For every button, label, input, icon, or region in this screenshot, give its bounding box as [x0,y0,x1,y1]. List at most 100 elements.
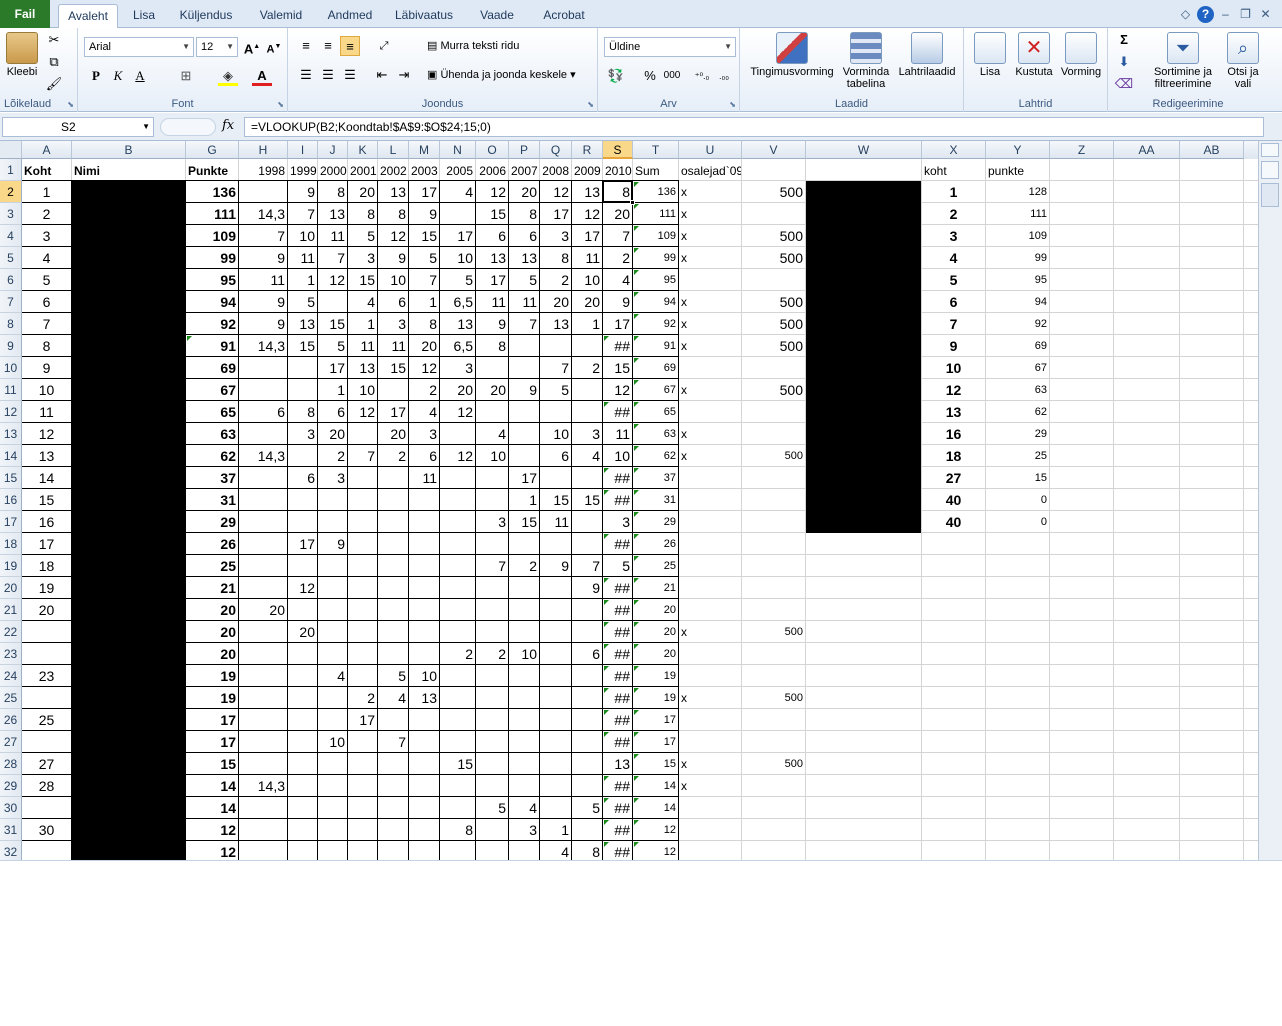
cell-t24[interactable]: 19 [633,665,678,687]
cell-u5[interactable]: x [679,247,741,269]
cell-a29[interactable]: 28 [22,775,71,797]
cell-x2[interactable]: 1 [922,181,985,203]
cell-y5[interactable]: 99 [986,247,1049,269]
cell-n7[interactable]: 6,5 [440,291,475,313]
cell-n10[interactable]: 3 [440,357,475,379]
cell-j9[interactable]: 5 [318,335,347,357]
cell-s5[interactable]: 2 [603,247,632,269]
row-header-25[interactable]: 25 [0,687,22,709]
underline-button[interactable]: A [130,66,150,86]
cell-n5[interactable]: 10 [440,247,475,269]
cell-q2[interactable]: 12 [540,181,571,203]
decrease-decimal-icon[interactable]: .₀₀ [714,66,734,86]
cell-i8[interactable]: 13 [288,313,317,335]
cell-t14[interactable]: 62 [633,445,678,467]
cell-i7[interactable]: 5 [288,291,317,313]
cell-a8[interactable]: 7 [22,313,71,335]
cell-u4[interactable]: x [679,225,741,247]
cell-p17[interactable]: 15 [509,511,539,533]
row-header-11[interactable]: 11 [0,379,22,401]
cell-m5[interactable]: 5 [409,247,439,269]
header-cell-p[interactable]: 2007 [509,159,539,181]
row-header-19[interactable]: 19 [0,555,22,577]
cell-x11[interactable]: 12 [922,379,985,401]
cell-a12[interactable]: 11 [22,401,71,423]
cell-k11[interactable]: 10 [348,379,377,401]
cut-icon[interactable]: ✂ [44,30,64,50]
cell-a19[interactable]: 18 [22,555,71,577]
cell-g31[interactable]: 12 [186,819,238,841]
cell-x6[interactable]: 5 [922,269,985,291]
cell-k12[interactable]: 12 [348,401,377,423]
cell-g12[interactable]: 65 [186,401,238,423]
cell-y9[interactable]: 69 [986,335,1049,357]
cell-i2[interactable]: 9 [288,181,317,203]
cell-r23[interactable]: 6 [572,643,602,665]
cell-m9[interactable]: 20 [409,335,439,357]
cell-g23[interactable]: 20 [186,643,238,665]
cell-n28[interactable]: 15 [440,753,475,775]
cell-a14[interactable]: 13 [22,445,71,467]
currency-icon[interactable]: 💱 [606,66,626,86]
cell-o7[interactable]: 11 [476,291,508,313]
borders-icon[interactable]: ⊞ [176,66,196,86]
wrap-text-button[interactable]: ▤ Murra teksti ridu [424,36,522,56]
cell-k10[interactable]: 13 [348,357,377,379]
align-left-icon[interactable]: ☰ [296,65,316,85]
scroll-thumb[interactable] [1261,183,1279,207]
cell-p5[interactable]: 13 [509,247,539,269]
column-header-v[interactable]: V [742,141,806,159]
worksheet-grid[interactable]: A B G H I J K L M N O P Q R S T U V W X Y Z AA AB 1 2 3 4 5 6 7 8 9 10 11… [0,141,1258,860]
cell-l14[interactable]: 2 [378,445,408,467]
cell-o3[interactable]: 15 [476,203,508,225]
column-header-t[interactable]: T [633,141,679,159]
header-cell-u[interactable]: osalejad`09 [679,159,741,181]
cell-n6[interactable]: 5 [440,269,475,291]
cell-t6[interactable]: 95 [633,269,678,291]
cell-j13[interactable]: 20 [318,423,347,445]
cell-n8[interactable]: 13 [440,313,475,335]
cell-g4[interactable]: 109 [186,225,238,247]
cell-l2[interactable]: 13 [378,181,408,203]
bold-button[interactable]: P [86,66,106,86]
row-header-32[interactable]: 32 [0,841,22,860]
cell-h8[interactable]: 9 [239,313,287,335]
header-cell-t[interactable]: Sum [633,159,678,181]
format-painter-icon[interactable]: 🖌 [44,74,64,94]
cell-o17[interactable]: 3 [476,511,508,533]
cell-q7[interactable]: 20 [540,291,571,313]
cell-t10[interactable]: 69 [633,357,678,379]
cell-m4[interactable]: 15 [409,225,439,247]
cell-y7[interactable]: 94 [986,291,1049,313]
fill-icon[interactable]: ⬇ [1114,52,1134,72]
cell-h29[interactable]: 14,3 [239,775,287,797]
cell-p8[interactable]: 7 [509,313,539,335]
insert-function-button[interactable]: fx [222,118,234,133]
row-header-8[interactable]: 8 [0,313,22,335]
cell-q5[interactable]: 8 [540,247,571,269]
cell-j15[interactable]: 3 [318,467,347,489]
cell-a9[interactable]: 8 [22,335,71,357]
header-cell-m[interactable]: 2003 [409,159,439,181]
column-header-k[interactable]: K [348,141,378,159]
cell-t11[interactable]: 67 [633,379,678,401]
tab-lisa[interactable]: Lisa [124,4,164,28]
cell-t17[interactable]: 29 [633,511,678,533]
cell-s2[interactable]: 8 [603,181,632,203]
cell-t5[interactable]: 99 [633,247,678,269]
cell-r10[interactable]: 2 [572,357,602,379]
cell-g16[interactable]: 31 [186,489,238,511]
cell-p16[interactable]: 1 [509,489,539,511]
row-header-13[interactable]: 13 [0,423,22,445]
row-header-3[interactable]: 3 [0,203,22,225]
row-header-7[interactable]: 7 [0,291,22,313]
row-header-14[interactable]: 14 [0,445,22,467]
cell-q31[interactable]: 1 [540,819,571,841]
cell-v2[interactable]: 500 [742,181,805,203]
cell-i4[interactable]: 10 [288,225,317,247]
cell-m8[interactable]: 8 [409,313,439,335]
cell-g11[interactable]: 67 [186,379,238,401]
cell-y4[interactable]: 109 [986,225,1049,247]
cell-k5[interactable]: 3 [348,247,377,269]
cell-r4[interactable]: 17 [572,225,602,247]
